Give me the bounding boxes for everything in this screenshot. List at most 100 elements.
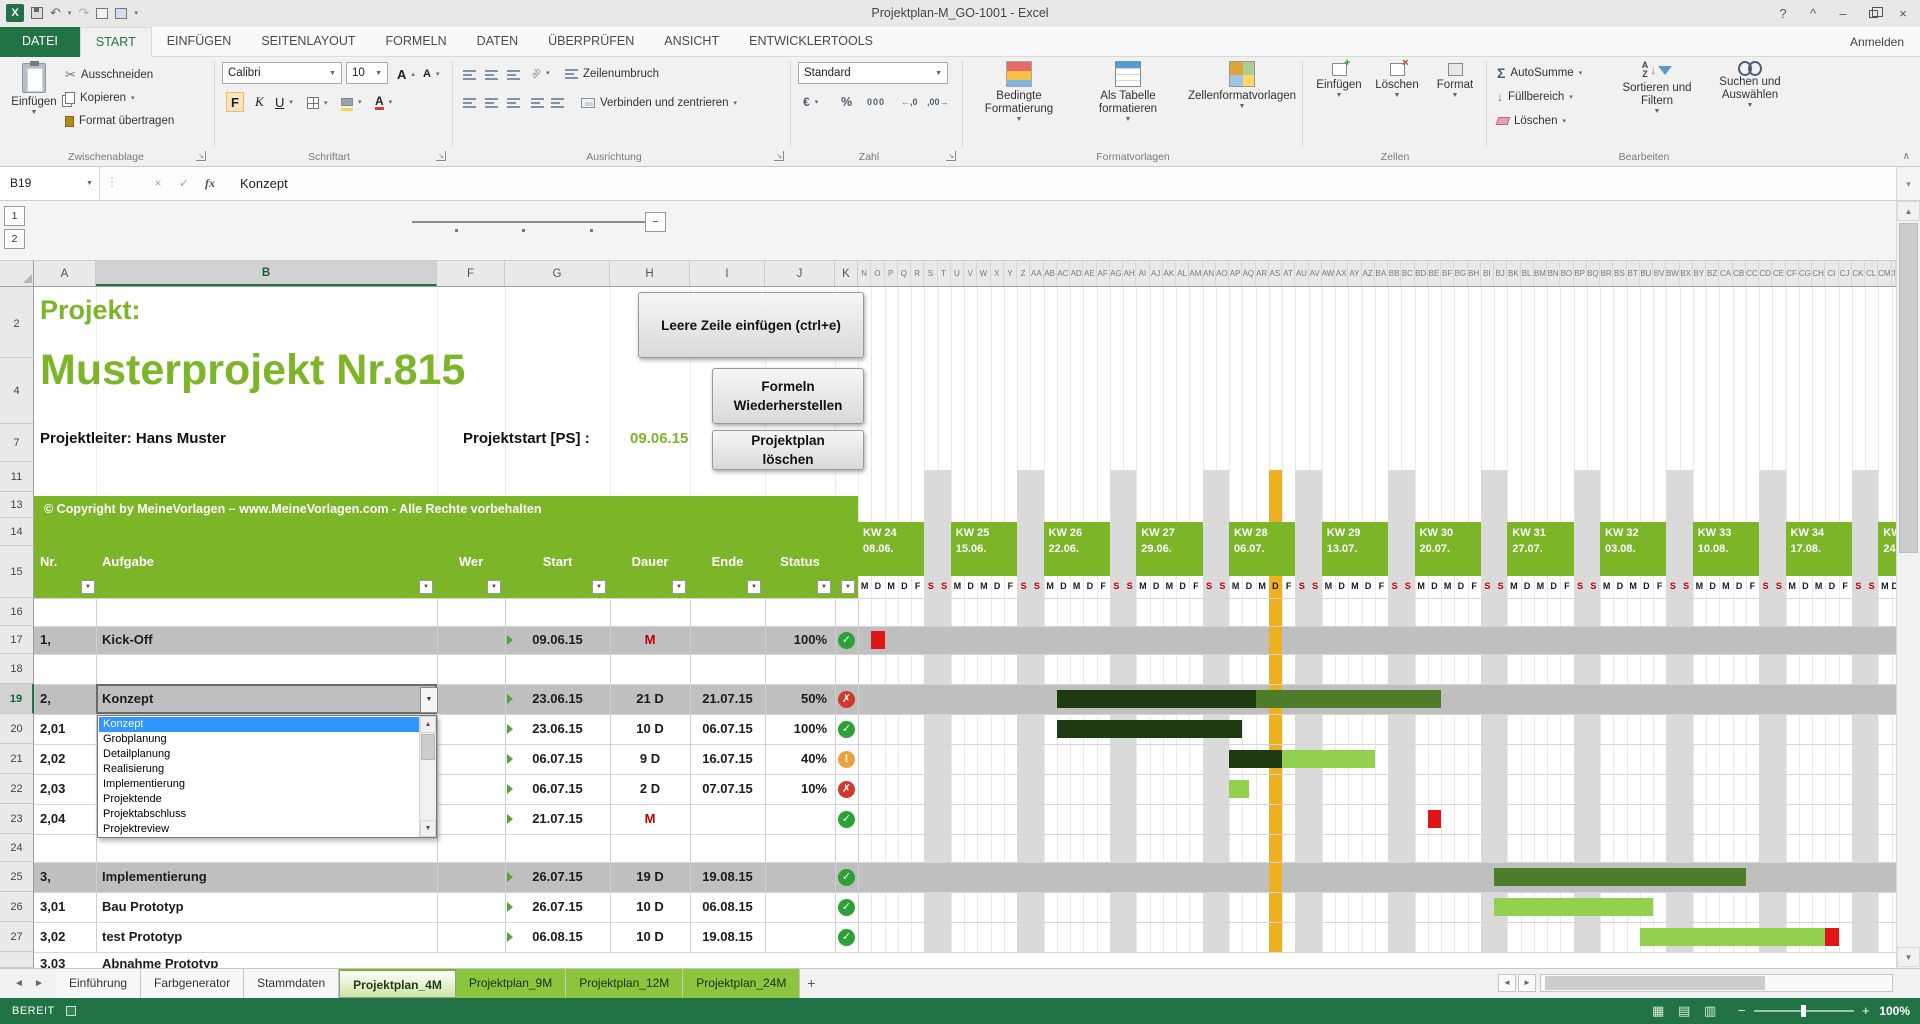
column-header-bc[interactable]: BC bbox=[1401, 261, 1414, 286]
row-header-17[interactable]: 17 bbox=[0, 626, 34, 654]
horizontal-scrollbar[interactable] bbox=[1540, 974, 1893, 992]
collapse-ribbon-icon[interactable]: ∧ bbox=[1903, 151, 1910, 162]
column-header-cg[interactable]: CG bbox=[1799, 261, 1812, 286]
column-header-af[interactable]: AF bbox=[1097, 261, 1110, 286]
column-header-y[interactable]: Y bbox=[1004, 261, 1017, 286]
decrease-indent-button[interactable] bbox=[528, 93, 547, 113]
column-header-ba[interactable]: BA bbox=[1375, 261, 1388, 286]
column-header-ca[interactable]: CA bbox=[1719, 261, 1732, 286]
row-header-21[interactable]: 21 bbox=[0, 744, 34, 774]
column-header-by[interactable]: BY bbox=[1693, 261, 1706, 286]
orientation-button[interactable]: ab▾ bbox=[528, 63, 553, 83]
view-page-layout-icon[interactable]: ▤ bbox=[1678, 998, 1690, 1024]
row-header-15[interactable]: 15 bbox=[0, 546, 34, 598]
row-header-7[interactable]: 7 bbox=[0, 424, 34, 462]
scroll-up-icon[interactable]: ▲ bbox=[1897, 201, 1920, 221]
column-header-bk[interactable]: BK bbox=[1507, 261, 1520, 286]
column-header-cb[interactable]: CB bbox=[1733, 261, 1746, 286]
increase-decimal-button[interactable]: ←,0 bbox=[898, 92, 921, 112]
number-format-combo[interactable]: Standard ▼ bbox=[798, 62, 948, 84]
formula-content[interactable]: Konzept bbox=[240, 167, 288, 200]
bold-button[interactable]: F bbox=[226, 92, 244, 112]
row-header-partial[interactable] bbox=[0, 952, 34, 968]
zoom-out-button[interactable]: − bbox=[1738, 998, 1746, 1024]
minimize-button[interactable]: – bbox=[1828, 0, 1858, 27]
ribbon-display-options-button[interactable]: ^ bbox=[1798, 0, 1828, 27]
column-header-ae[interactable]: AE bbox=[1083, 261, 1096, 286]
column-header-ci[interactable]: CI bbox=[1825, 261, 1838, 286]
name-box-dropdown-icon[interactable]: ▼ bbox=[86, 180, 93, 187]
row-header-2[interactable]: 2 bbox=[0, 290, 34, 358]
dropdown-item[interactable]: Konzept bbox=[99, 717, 419, 732]
column-header-az[interactable]: AZ bbox=[1362, 261, 1375, 286]
column-header-ah[interactable]: AH bbox=[1123, 261, 1136, 286]
column-header-bp[interactable]: BP bbox=[1574, 261, 1587, 286]
fill-color-button[interactable]: ▾ bbox=[338, 92, 365, 112]
column-header-t[interactable]: T bbox=[938, 261, 951, 286]
add-sheet-button[interactable]: + bbox=[800, 969, 822, 998]
column-header-ar[interactable]: AR bbox=[1256, 261, 1269, 286]
column-header-w[interactable]: W bbox=[977, 261, 990, 286]
sheet-tab-projektplan_12m[interactable]: Projektplan_12M bbox=[566, 969, 683, 998]
row-header-18[interactable]: 18 bbox=[0, 654, 34, 684]
column-header-q[interactable]: Q bbox=[898, 261, 911, 286]
column-header-k[interactable]: K bbox=[835, 261, 858, 286]
align-left-button[interactable] bbox=[460, 93, 479, 113]
view-page-break-icon[interactable]: ▥ bbox=[1704, 998, 1716, 1024]
scroll-down-icon[interactable]: ▼ bbox=[1897, 947, 1920, 967]
filter-button[interactable]: ▼ bbox=[592, 580, 606, 594]
accounting-format-button[interactable]: €▾ bbox=[800, 92, 821, 112]
column-header-ad[interactable]: AD bbox=[1070, 261, 1083, 286]
row-header-24[interactable]: 24 bbox=[0, 834, 34, 862]
column-header-ap[interactable]: AP bbox=[1229, 261, 1242, 286]
sheet-tab-einführung[interactable]: Einführung bbox=[56, 969, 141, 998]
column-header-be[interactable]: BE bbox=[1428, 261, 1441, 286]
column-header-cm[interactable]: CM bbox=[1878, 261, 1891, 286]
ribbon-tab-datei[interactable]: DATEI bbox=[0, 27, 80, 57]
filter-button[interactable]: ▼ bbox=[747, 580, 761, 594]
column-header-bb[interactable]: BB bbox=[1388, 261, 1401, 286]
ribbon-tab-entwicklertools[interactable]: ENTWICKLERTOOLS bbox=[734, 27, 888, 57]
cancel-entry-icon[interactable]: × bbox=[146, 167, 170, 200]
column-header-bo[interactable]: BO bbox=[1560, 261, 1573, 286]
dropdown-scroll-up-icon[interactable]: ▲ bbox=[420, 716, 436, 733]
autosum-button[interactable]: Σ AutoSumme ▾ bbox=[1494, 63, 1585, 83]
filter-button[interactable]: ▼ bbox=[487, 580, 501, 594]
cell-styles-button[interactable]: Zellenformatvorlagen ▼ bbox=[1186, 61, 1298, 110]
row-header-4[interactable]: 4 bbox=[0, 358, 34, 424]
dropdown-item[interactable]: Detailplanung bbox=[99, 747, 419, 762]
ribbon-tab-überprüfen[interactable]: ÜBERPRÜFEN bbox=[533, 27, 649, 57]
column-header-cd[interactable]: CD bbox=[1759, 261, 1772, 286]
column-header-bn[interactable]: BN bbox=[1547, 261, 1560, 286]
ribbon-tab-daten[interactable]: DATEN bbox=[462, 27, 533, 57]
column-header-cn[interactable]: CN bbox=[1892, 261, 1897, 286]
name-box[interactable]: B19 bbox=[0, 167, 100, 200]
column-header-ac[interactable]: AC bbox=[1057, 261, 1070, 286]
row-header-22[interactable]: 22 bbox=[0, 774, 34, 804]
alignment-dialog-launcher[interactable] bbox=[774, 151, 784, 161]
column-header-s[interactable]: S bbox=[924, 261, 937, 286]
sheet-tab-farbgenerator[interactable]: Farbgenerator bbox=[141, 969, 244, 998]
column-header-z[interactable]: Z bbox=[1017, 261, 1030, 286]
vertical-scrollbar-thumb[interactable] bbox=[1899, 223, 1918, 553]
increase-indent-button[interactable] bbox=[548, 93, 567, 113]
filter-button[interactable]: ▼ bbox=[672, 580, 686, 594]
column-header-bq[interactable]: BQ bbox=[1587, 261, 1600, 286]
column-header-n[interactable]: N bbox=[858, 261, 871, 286]
format-as-table-button[interactable]: Als Tabelle formatieren ▼ bbox=[1074, 61, 1182, 123]
column-header-av[interactable]: AV bbox=[1309, 261, 1322, 286]
zoom-level[interactable]: 100% bbox=[1874, 998, 1910, 1024]
vertical-scrollbar[interactable]: ▲ ▼ bbox=[1896, 201, 1920, 968]
dropdown-item[interactable]: Realisierung bbox=[99, 762, 419, 777]
column-header-i[interactable]: I bbox=[690, 261, 765, 286]
outline-level-button-2[interactable]: 2 bbox=[4, 229, 25, 249]
cut-button[interactable]: ✂ Ausschneiden bbox=[62, 65, 156, 85]
column-header-bw[interactable]: BW bbox=[1666, 261, 1679, 286]
hscroll-right-icon[interactable]: ► bbox=[1518, 974, 1536, 992]
column-header-f[interactable]: F bbox=[437, 261, 505, 286]
dropdown-item[interactable]: Projektende bbox=[99, 792, 419, 807]
column-header-bv[interactable]: BV bbox=[1653, 261, 1666, 286]
column-header-aq[interactable]: AQ bbox=[1242, 261, 1255, 286]
shrink-font-button[interactable]: A▾ bbox=[420, 64, 442, 84]
column-header-ch[interactable]: CH bbox=[1812, 261, 1825, 286]
